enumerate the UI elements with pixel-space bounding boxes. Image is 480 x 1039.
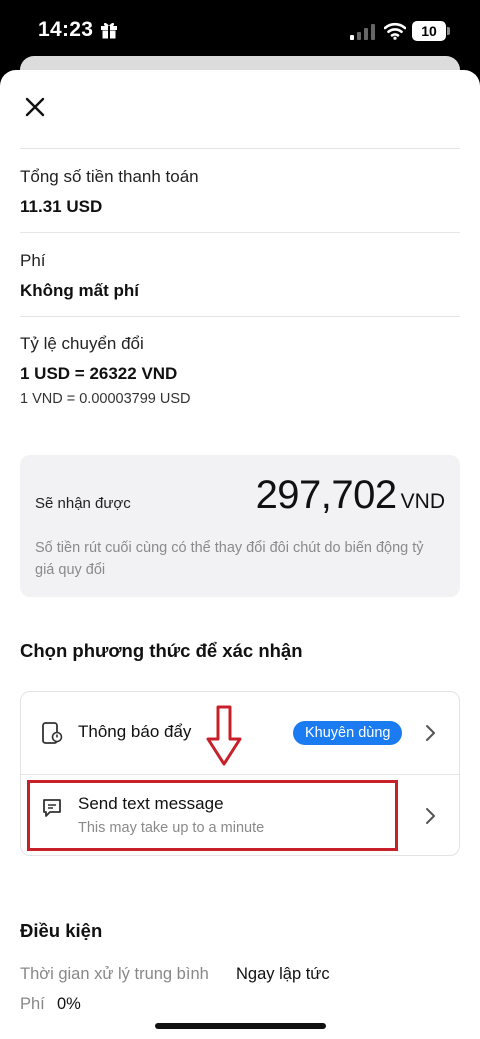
condition-label: Thời gian xử lý trung bình — [20, 965, 209, 983]
receive-amount-group: 297,702 VND — [256, 473, 445, 518]
total-value: 11.31 USD — [20, 197, 103, 216]
status-bar: 14:23 10 — [0, 0, 480, 62]
condition-label: Phí — [20, 995, 45, 1013]
receive-currency: VND — [400, 490, 445, 513]
divider — [20, 316, 460, 317]
receive-amount-card: Sẽ nhận được 297,702 VND Số tiền rút cuối… — [20, 455, 460, 597]
option-push-title: Thông báo đẩy — [78, 722, 192, 741]
gift-icon — [101, 22, 117, 39]
fee-value: Không mất phí — [20, 281, 139, 300]
phone-notification-icon — [42, 722, 63, 744]
chevron-right-icon — [426, 808, 435, 824]
condition-value: Ngay lập tức — [236, 965, 330, 983]
rate-value: 1 USD = 26322 VND — [20, 364, 178, 383]
down-arrow-annotation — [206, 705, 242, 766]
confirmation-sheet: Tổng số tiền thanh toán 11.31 USD Phí Kh… — [0, 70, 480, 1039]
close-icon[interactable] — [22, 94, 48, 120]
total-label: Tổng số tiền thanh toán — [20, 167, 199, 186]
receive-label: Sẽ nhận được — [35, 495, 131, 512]
recommended-badge: Khuyên dùng — [293, 721, 403, 745]
receive-amount: 297,702 — [255, 473, 398, 517]
highlight-box — [27, 780, 398, 851]
rate-inverse: 1 VND = 0.00003799 USD — [20, 391, 191, 407]
wifi-icon — [384, 22, 406, 40]
battery-indicator: 10 — [412, 21, 446, 41]
chevron-right-icon — [426, 725, 435, 741]
condition-value: 0% — [57, 995, 81, 1013]
fee-label: Phí — [20, 251, 46, 270]
rate-label: Tỷ lệ chuyển đổi — [20, 334, 144, 353]
receive-note: Số tiền rút cuối cùng có thể thay đổi đô… — [35, 540, 424, 578]
conditions-title: Điều kiện — [20, 920, 103, 941]
status-time: 14:23 — [38, 18, 94, 41]
divider — [20, 232, 460, 233]
battery-cap — [447, 27, 450, 35]
divider — [20, 148, 460, 149]
signal-icon — [350, 24, 375, 40]
verify-section-title: Chọn phương thức để xác nhận — [20, 640, 303, 661]
home-indicator — [155, 1023, 326, 1029]
